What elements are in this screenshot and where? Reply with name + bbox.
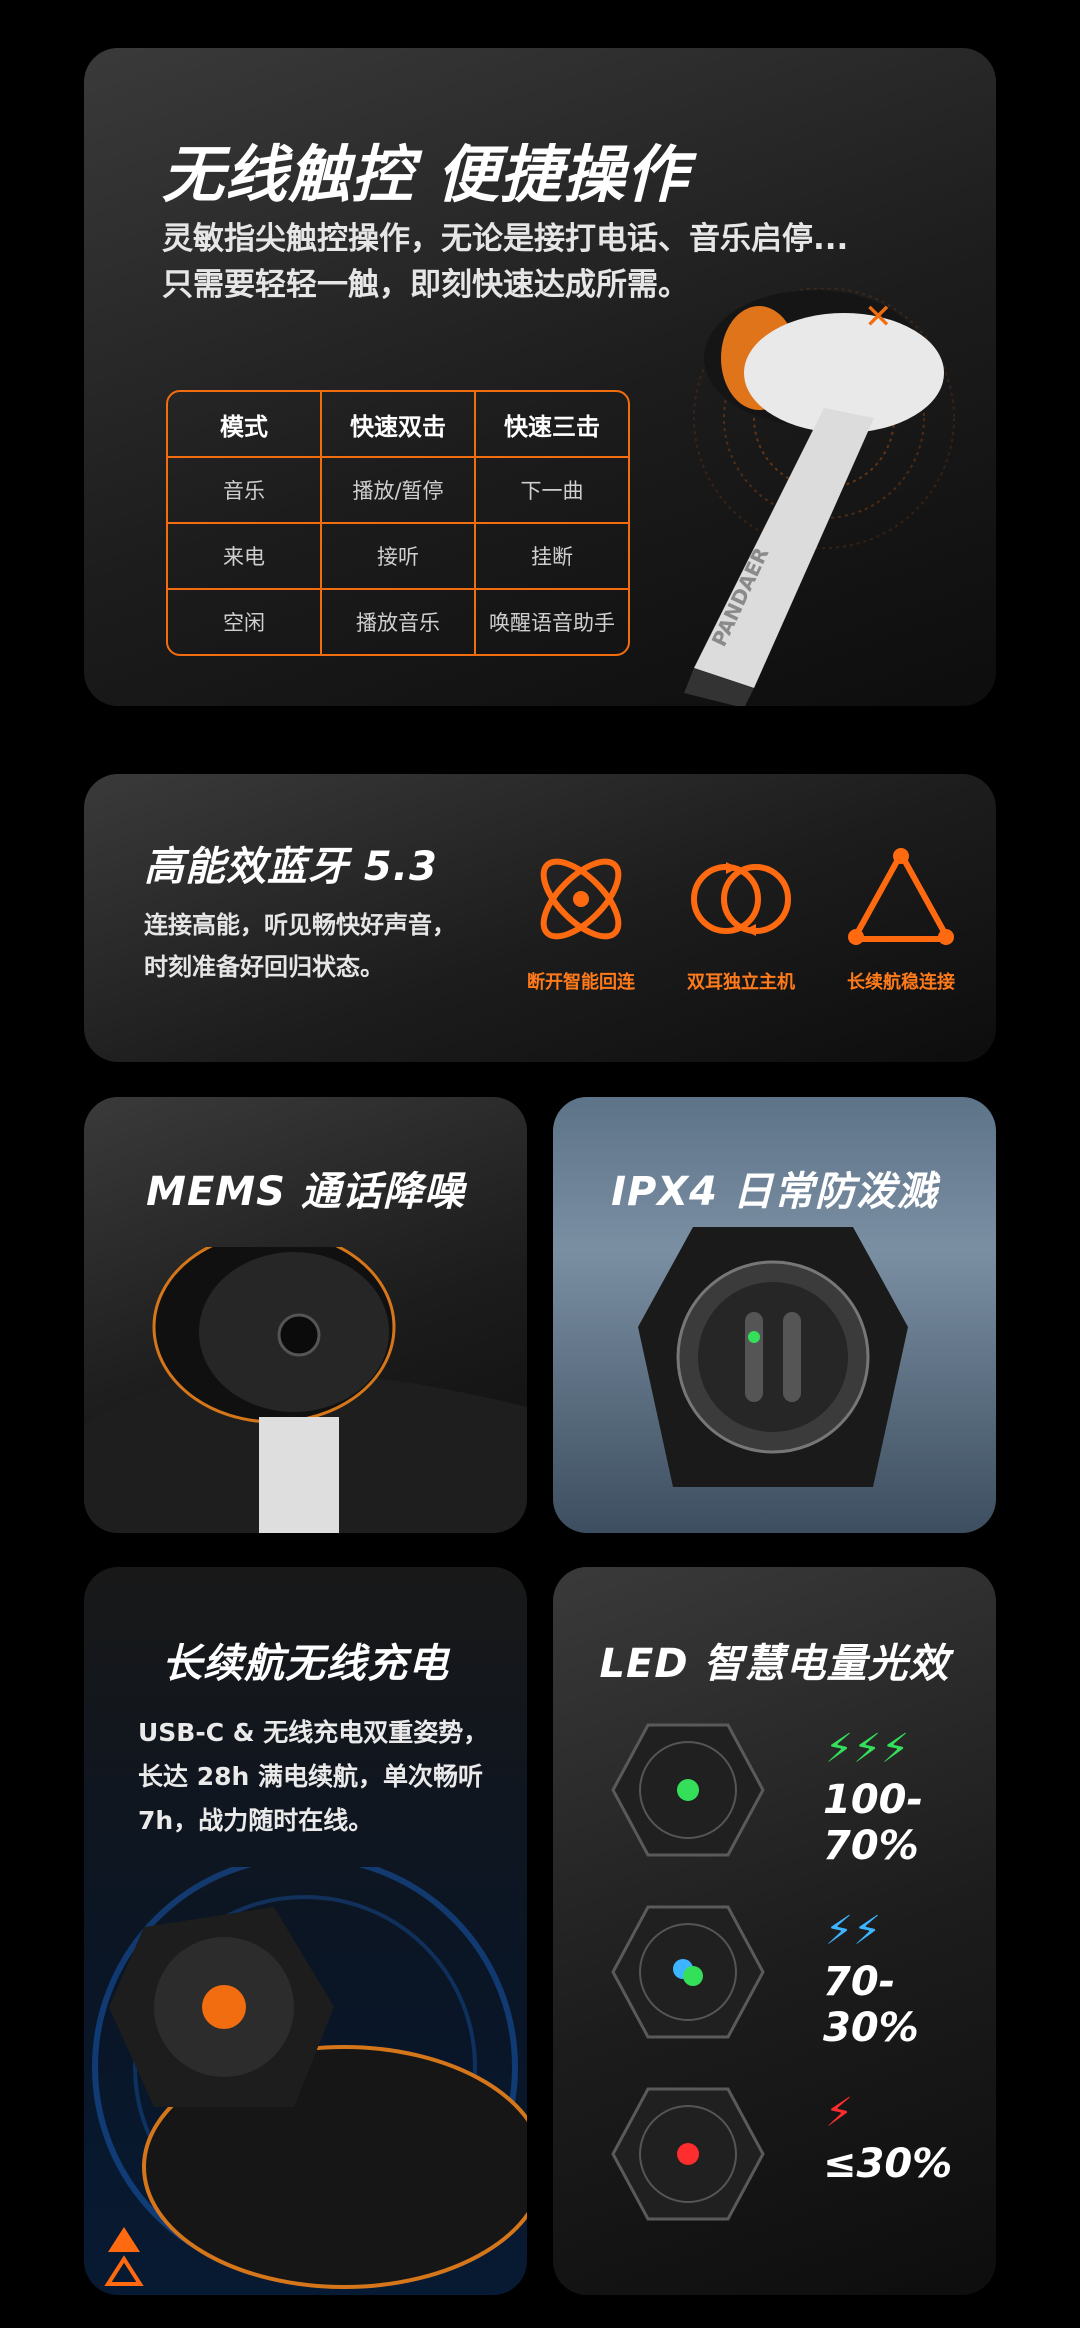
led-title: LED 智慧电量光效 xyxy=(599,1641,950,1687)
bluetooth-card: 高能效蓝牙 5.3 连接高能，听见畅快好声音， 时刻准备好回归状态。 断开智能回… xyxy=(84,774,996,1062)
earbud-closeup-illustration xyxy=(84,1247,527,1533)
table-header-row: 模式 快速双击 快速三击 xyxy=(168,392,628,458)
touch-desc-line2: 只需要轻轻一触，即刻快速达成所需。 xyxy=(162,267,689,303)
table-cell: 播放/暂停 xyxy=(322,458,476,524)
feature-label: 双耳独立主机 xyxy=(687,972,795,993)
feature-auto-reconnect: 断开智能回连 xyxy=(506,844,656,994)
touch-mode-table: 模式 快速双击 快速三击 音乐 播放/暂停 下一曲 来电 接听 挂断 空闲 播放… xyxy=(166,390,630,656)
table-header-cell: 快速三击 xyxy=(476,392,628,458)
ipx-card: IPX4 日常防泼溅 xyxy=(553,1097,996,1533)
charging-desc-line3: 7h，战力随时在线。 xyxy=(138,1806,374,1835)
orbit-icon xyxy=(540,858,622,940)
bolt-icon: ⚡⚡ xyxy=(825,1908,882,1954)
mems-card: MEMS 通话降噪 xyxy=(84,1097,527,1533)
table-cell: 挂断 xyxy=(476,524,628,590)
led-indicator-low-icon xyxy=(611,2087,765,2221)
bluetooth-desc-line2: 时刻准备好回归状态。 xyxy=(144,953,384,981)
triangle-link-icon xyxy=(848,848,954,945)
led-level-label: 70-30% xyxy=(823,1959,919,2051)
feature-stable-connection: 长续航稳连接 xyxy=(826,844,976,994)
mems-title: MEMS 通话降噪 xyxy=(146,1169,465,1215)
bolt-icon: ⚡ xyxy=(825,2090,854,2136)
led-level-high: ⚡⚡⚡ 100-70% xyxy=(603,1715,983,1869)
svg-text:✕: ✕ xyxy=(864,297,893,337)
led-level-label: ≤30% xyxy=(823,2141,953,2187)
led-card: LED 智慧电量光效 ⚡⚡⚡ 100-70% ⚡⚡ 70-30% ⚡ ≤30% xyxy=(553,1567,996,2295)
earbud-illustration: ✕ PANDAER xyxy=(684,288,955,706)
touch-control-card: 无线触控 便捷操作 灵敏指尖触控操作，无论是接打电话、音乐启停... 只需要轻轻… xyxy=(84,48,996,706)
table-cell: 来电 xyxy=(168,524,322,590)
led-level-mid: ⚡⚡ 70-30% xyxy=(603,1897,983,2051)
bluetooth-title: 高能效蓝牙 5.3 xyxy=(144,844,438,890)
charging-title: 长续航无线充电 xyxy=(162,1641,449,1687)
table-row: 来电 接听 挂断 xyxy=(168,524,628,590)
charging-desc-line2: 长达 28h 满电续航，单次畅听 xyxy=(138,1762,483,1791)
feature-label: 断开智能回连 xyxy=(527,972,635,993)
table-cell: 唤醒语音助手 xyxy=(489,611,615,635)
table-row: 空闲 播放音乐 唤醒语音助手 xyxy=(168,590,628,654)
dual-loop-icon xyxy=(691,862,791,936)
led-indicator-high-icon xyxy=(611,1723,765,1857)
bluetooth-desc-line1: 连接高能，听见畅快好声音， xyxy=(144,911,456,939)
table-cell: 空闲 xyxy=(168,590,322,654)
table-cell: 播放音乐 xyxy=(322,590,476,654)
feature-label: 长续航稳连接 xyxy=(847,972,955,993)
charging-desc-line1: USB-C & 无线充电双重姿势， xyxy=(138,1718,489,1747)
table-cell: 音乐 xyxy=(168,458,322,524)
led-indicator-mid-icon xyxy=(611,1905,765,2039)
bolt-icon: ⚡⚡⚡ xyxy=(825,1726,910,1772)
table-row: 音乐 播放/暂停 下一曲 xyxy=(168,458,628,524)
table-cell: 下一曲 xyxy=(476,458,628,524)
touch-title: 无线触控 便捷操作 xyxy=(162,138,689,211)
ipx-title: IPX4 日常防泼溅 xyxy=(611,1169,938,1215)
feature-dual-host: 双耳独立主机 xyxy=(666,844,816,994)
touch-desc-line1: 灵敏指尖触控操作，无论是接打电话、音乐启停... xyxy=(162,221,849,257)
led-level-label: 100-70% xyxy=(823,1777,924,1869)
charging-card: 长续航无线充电 USB-C & 无线充电双重姿势， 长达 28h 满电续航，单次… xyxy=(84,1567,527,2295)
table-header-cell: 模式 xyxy=(168,392,322,458)
table-cell: 接听 xyxy=(322,524,476,590)
table-header-cell: 快速双击 xyxy=(322,392,476,458)
led-level-low: ⚡ ≤30% xyxy=(603,2079,983,2229)
charger-illustration xyxy=(92,1867,527,2289)
charging-case-illustration xyxy=(638,1227,908,1487)
